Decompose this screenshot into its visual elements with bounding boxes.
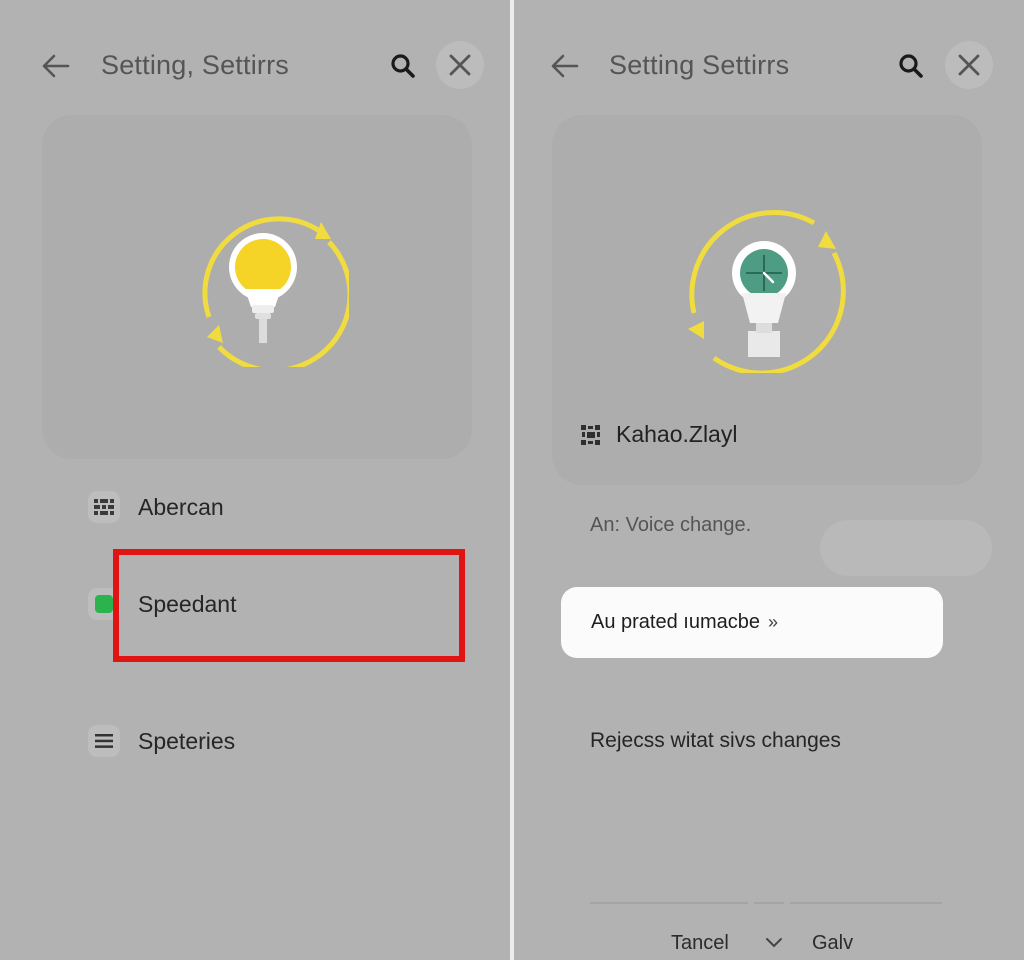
- double-chevron-right-icon: »: [768, 612, 779, 632]
- hero-card: [42, 115, 472, 459]
- close-button[interactable]: [945, 41, 993, 89]
- menu-item-abercan[interactable]: Abercan: [88, 491, 224, 523]
- left-screen: Setting, Settirrs Abercan Speedant Spete…: [0, 0, 510, 960]
- page-title: Setting, Settirrs: [101, 50, 289, 80]
- back-button[interactable]: [32, 42, 80, 90]
- divider-line: [754, 902, 784, 904]
- header: Setting Settirrs: [514, 40, 1024, 92]
- chevron-down-icon: [766, 938, 782, 948]
- lightbulb-clock-icon: [688, 210, 846, 373]
- close-icon: [958, 54, 980, 76]
- close-icon: [449, 54, 471, 76]
- reject-changes-link[interactable]: Rejecss witat sivs changes: [590, 729, 841, 753]
- save-button[interactable]: Galv: [812, 932, 853, 955]
- search-button[interactable]: [379, 42, 427, 90]
- menu-item-label: Abercan: [138, 493, 224, 520]
- device-name: Kahao.Zlayl: [616, 421, 738, 447]
- close-button[interactable]: [436, 41, 484, 89]
- search-icon: [391, 54, 415, 78]
- menu-item-speteries[interactable]: Speteries: [88, 725, 235, 757]
- menu-item-label: Speteries: [138, 727, 236, 754]
- arrow-left-icon: [42, 54, 70, 78]
- search-icon: [899, 54, 923, 78]
- chevron-down-icon[interactable]: [764, 932, 784, 955]
- update-button[interactable]: Au prated ıumacbe »: [561, 587, 943, 658]
- arrow-left-icon: [551, 54, 579, 78]
- divider-line: [790, 902, 942, 904]
- device-icon: [581, 424, 600, 445]
- back-button[interactable]: [541, 42, 589, 90]
- update-button-label: Au prated ıumacbe: [591, 611, 760, 633]
- search-button[interactable]: [887, 42, 935, 90]
- page-title: Setting Settirrs: [609, 50, 790, 80]
- right-screen: Setting Settirrs Kahao.Zlayl An: Voice c…: [514, 0, 1024, 960]
- device-card: Kahao.Zlayl: [552, 115, 992, 576]
- highlight-box: [113, 549, 465, 662]
- cancel-button[interactable]: Tancel: [671, 932, 729, 955]
- device-name-input[interactable]: [820, 520, 992, 576]
- voice-change-subtext: An: Voice change.: [590, 514, 752, 536]
- divider-line: [590, 902, 748, 904]
- list-icon: [88, 725, 120, 757]
- lightbulb-refresh-icon: [202, 216, 349, 367]
- header: Setting, Settirrs: [0, 40, 510, 92]
- grid-icon: [88, 491, 120, 523]
- device-row: Kahao.Zlayl: [580, 421, 737, 448]
